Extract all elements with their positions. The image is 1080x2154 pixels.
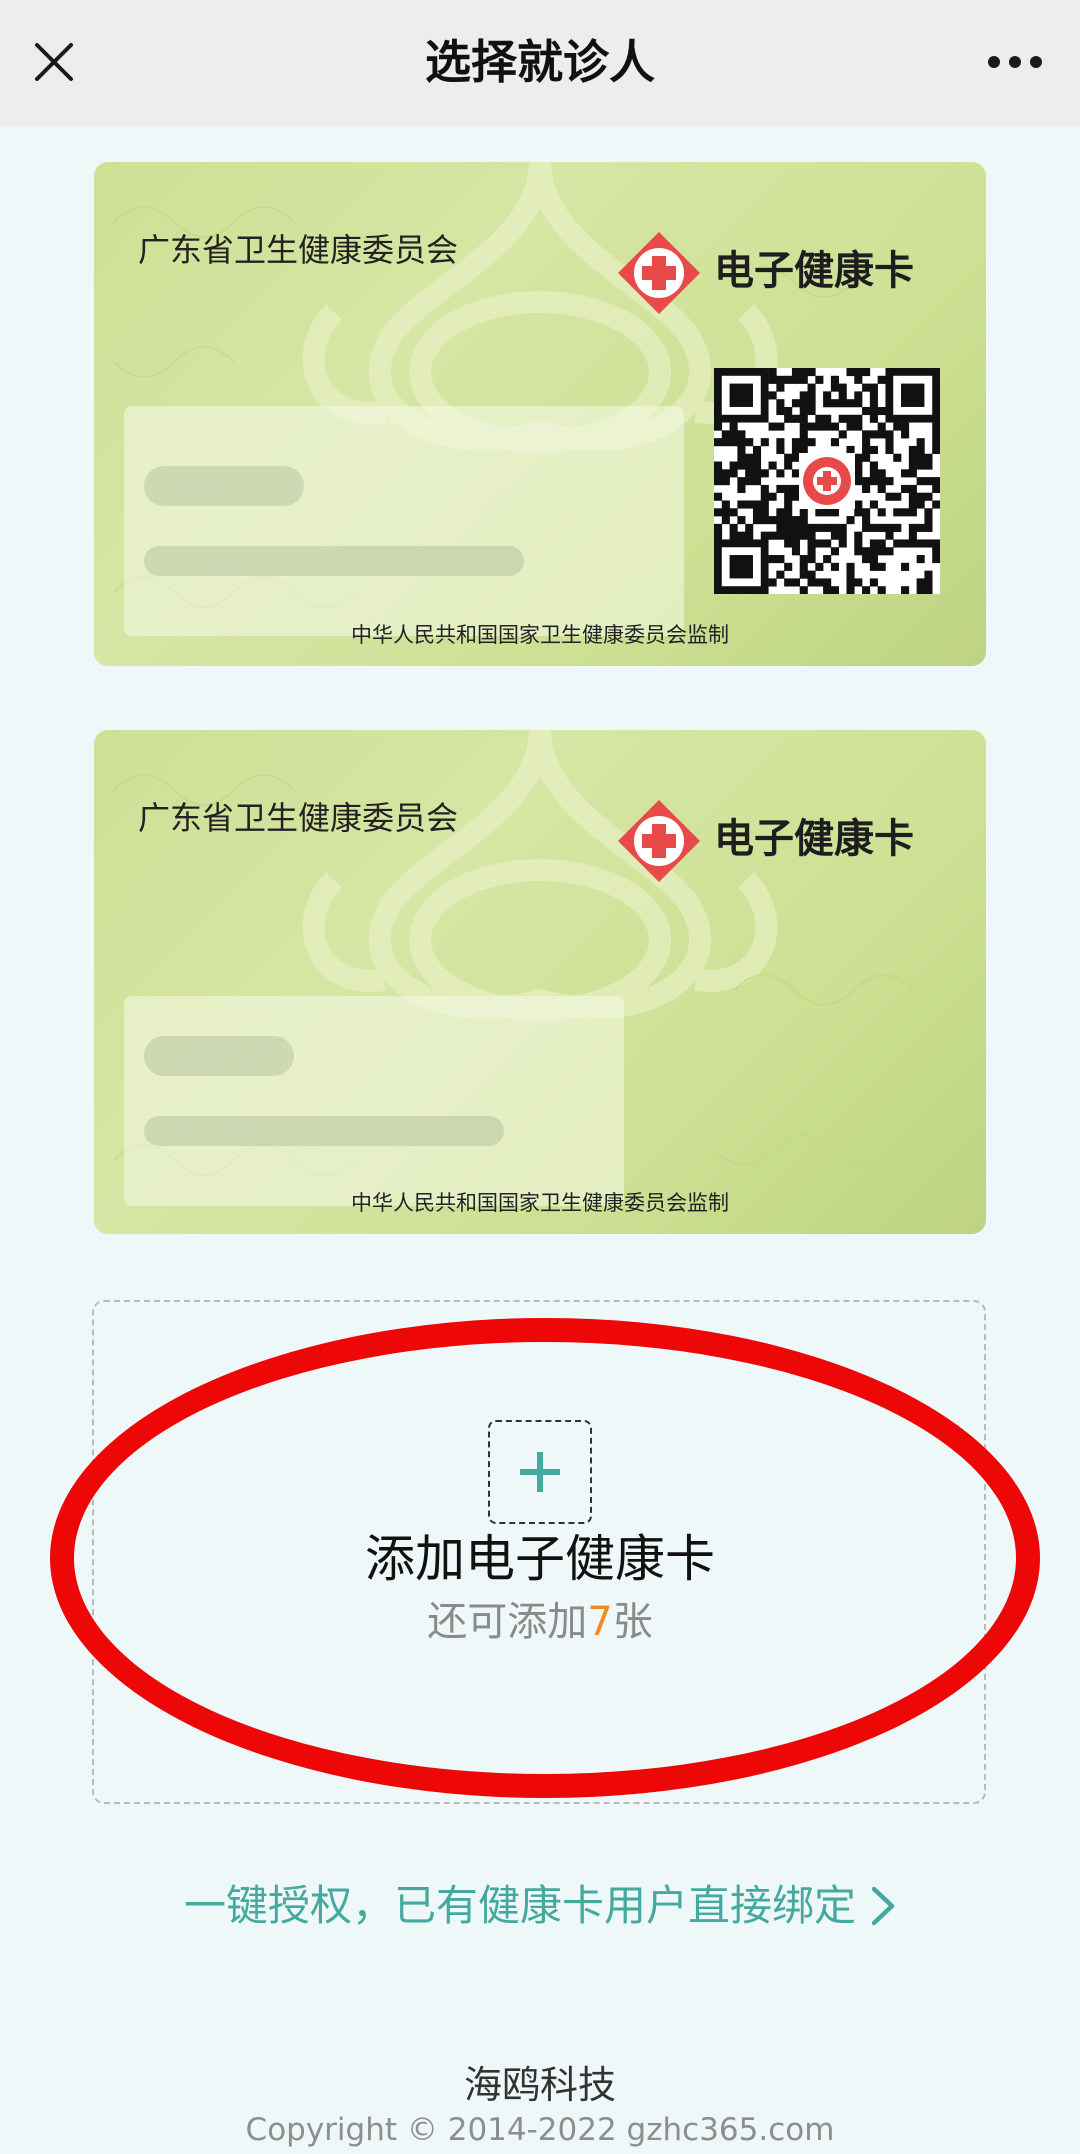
card-brand: 电子健康卡 [714,248,914,294]
red-cross-logo-icon [618,800,700,882]
card-supervisor: 中华人民共和国国家卫生健康委员会监制 [351,623,729,647]
bind-link-label: 一键授权，已有健康卡用户直接绑定 [183,1881,856,1930]
card-issuer: 广东省卫生健康委员会 [138,231,459,269]
card-supervisor: 中华人民共和国国家卫生健康委员会监制 [351,1191,729,1215]
more-icon [988,56,1042,68]
one-click-bind-link[interactable]: 一键授权，已有健康卡用户直接绑定 [0,1876,1080,1936]
copyright-text: Copyright © 2014-2022 gzhc365.com [245,2112,835,2148]
card-issuer: 广东省卫生健康委员会 [138,799,459,837]
page-title: 选择就诊人 [425,35,655,89]
navigation-bar: 选择就诊人 [0,0,1080,126]
card-brand: 电子健康卡 [714,816,914,862]
more-button[interactable] [970,32,1060,92]
health-card-2[interactable]: 广东省卫生健康委员会 电子健康卡 中华人民共和国国家卫生健康委员会监制 [94,730,986,1234]
red-cross-logo-icon [618,232,700,314]
health-card-1[interactable]: 广东省卫生健康委员会 电子健康卡 中华人民共和国国家卫生健康委员会监制 [94,162,986,666]
redacted-personal-info [124,996,624,1206]
chevron-right-icon [871,1886,895,1926]
annotation-ellipse [50,1318,1040,1798]
redacted-personal-info [124,406,684,636]
qr-code-icon[interactable] [714,368,941,595]
company-name: 海鸥科技 [463,2063,616,2107]
